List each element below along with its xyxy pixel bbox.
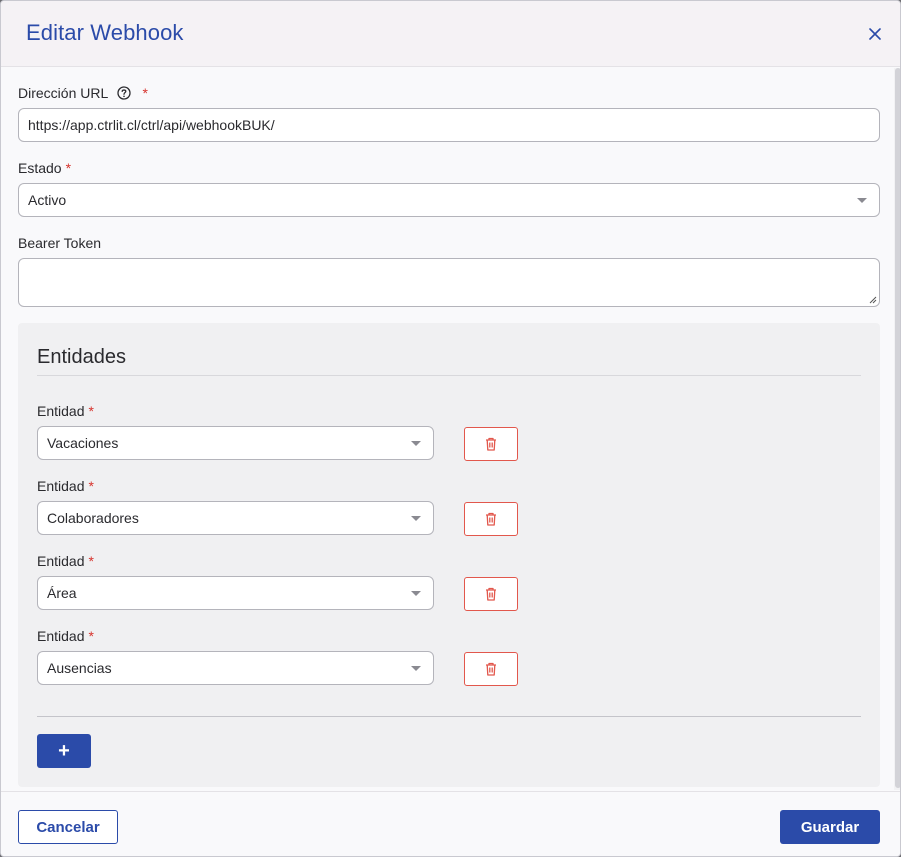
trash-icon bbox=[486, 512, 496, 526]
entity-label-row: Entidad * bbox=[37, 553, 94, 569]
entity-select-value: Colaboradores bbox=[47, 510, 139, 526]
dialog-header: Editar Webhook bbox=[1, 1, 900, 67]
delete-entity-button[interactable] bbox=[464, 427, 518, 461]
chevron-down-icon bbox=[411, 516, 421, 521]
entity-label-row: Entidad * bbox=[37, 478, 94, 494]
save-button[interactable]: Guardar bbox=[780, 810, 880, 844]
edit-webhook-dialog: Editar Webhook Dirección URL * https://a… bbox=[0, 0, 901, 857]
chevron-down-icon bbox=[411, 666, 421, 671]
entity-select[interactable]: Vacaciones bbox=[37, 426, 434, 460]
required-mark: * bbox=[88, 628, 94, 644]
entity-label-row: Entidad * bbox=[37, 403, 94, 419]
delete-entity-button[interactable] bbox=[464, 502, 518, 536]
entity-select[interactable]: Colaboradores bbox=[37, 501, 434, 535]
url-input[interactable]: https://app.ctrlit.cl/ctrl/api/webhookBU… bbox=[18, 108, 880, 142]
close-button[interactable] bbox=[865, 24, 885, 44]
entity-select[interactable]: Ausencias bbox=[37, 651, 434, 685]
dialog-title: Editar Webhook bbox=[26, 20, 184, 45]
divider bbox=[37, 375, 861, 376]
delete-entity-button[interactable] bbox=[464, 652, 518, 686]
cancel-button[interactable]: Cancelar bbox=[18, 810, 118, 844]
entity-label: Entidad bbox=[37, 553, 85, 569]
entity-label: Entidad bbox=[37, 403, 85, 419]
required-mark: * bbox=[142, 85, 148, 101]
estado-select-value: Activo bbox=[28, 192, 67, 208]
chevron-down-icon bbox=[857, 198, 867, 203]
add-entity-button[interactable]: + bbox=[37, 734, 91, 768]
estado-label: Estado bbox=[18, 160, 62, 176]
trash-icon bbox=[486, 662, 496, 676]
chevron-down-icon bbox=[411, 591, 421, 596]
entity-label-row: Entidad * bbox=[37, 628, 94, 644]
close-icon bbox=[869, 28, 881, 40]
entities-panel: Entidades Entidad * Vacaciones Entidad * C… bbox=[18, 323, 880, 787]
dialog-body: Dirección URL * https://app.ctrlit.cl/ct… bbox=[1, 68, 894, 790]
required-mark: * bbox=[88, 403, 94, 419]
required-mark: * bbox=[88, 553, 94, 569]
estado-select[interactable]: Activo bbox=[18, 183, 880, 217]
dialog-footer: Cancelar Guardar bbox=[1, 791, 900, 856]
entity-select-value: Área bbox=[47, 585, 77, 601]
token-label: Bearer Token bbox=[18, 235, 102, 251]
entity-label: Entidad bbox=[37, 628, 85, 644]
url-label: Dirección URL bbox=[18, 85, 108, 101]
required-mark: * bbox=[88, 478, 94, 494]
plus-icon: + bbox=[58, 740, 70, 762]
entities-title: Entidades bbox=[37, 346, 126, 368]
scrollbar[interactable] bbox=[894, 68, 900, 790]
url-label-row: Dirección URL * bbox=[18, 85, 148, 101]
entity-select-value: Ausencias bbox=[47, 660, 112, 676]
bearer-token-textarea[interactable] bbox=[18, 258, 880, 307]
scrollbar-thumb[interactable] bbox=[895, 68, 900, 788]
trash-icon bbox=[486, 587, 496, 601]
estado-label-row: Estado * bbox=[18, 160, 71, 176]
entity-select[interactable]: Área bbox=[37, 576, 434, 610]
entity-label: Entidad bbox=[37, 478, 85, 494]
trash-icon bbox=[486, 437, 496, 451]
chevron-down-icon bbox=[411, 441, 421, 446]
resize-grip-icon[interactable] bbox=[868, 295, 877, 304]
required-mark: * bbox=[65, 160, 72, 176]
entity-select-value: Vacaciones bbox=[47, 435, 119, 451]
delete-entity-button[interactable] bbox=[464, 577, 518, 611]
help-icon[interactable] bbox=[116, 86, 131, 100]
divider bbox=[37, 716, 861, 717]
url-input-value: https://app.ctrlit.cl/ctrl/api/webhookBU… bbox=[28, 117, 275, 133]
